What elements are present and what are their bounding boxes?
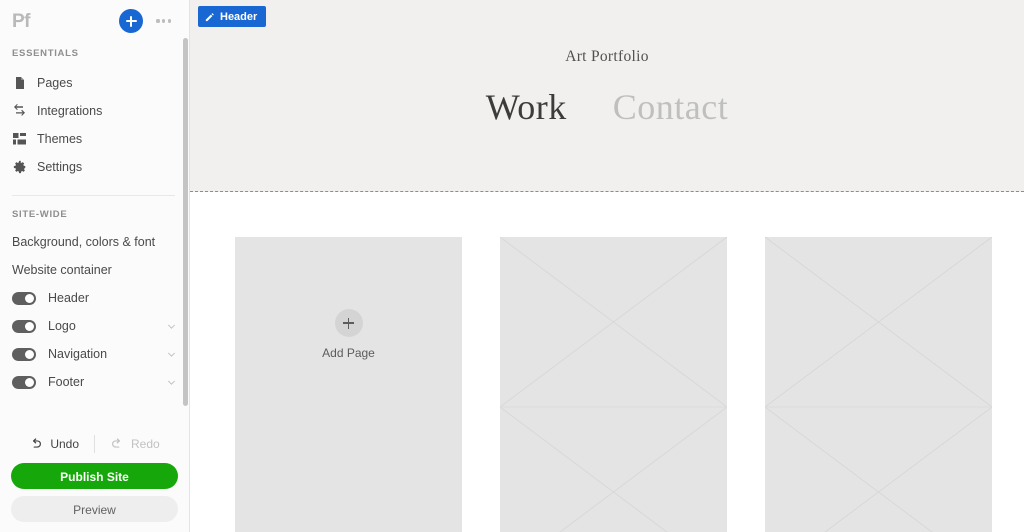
sitewide-list: Background, colors & font Website contai… bbox=[0, 228, 189, 396]
sidebar-scrollbar[interactable] bbox=[183, 38, 188, 406]
sitewide-section-label: SITE-WIDE bbox=[12, 209, 68, 220]
add-page-card[interactable]: Add Page bbox=[235, 237, 462, 532]
integrations-arrows-icon bbox=[12, 104, 27, 119]
page-cards-row: Add Page bbox=[235, 237, 992, 532]
themes-grid-icon bbox=[12, 132, 27, 147]
redo-button[interactable]: Redo bbox=[95, 437, 175, 451]
essentials-section-label: ESSENTIALS bbox=[12, 48, 79, 59]
site-title: Art Portfolio bbox=[565, 48, 649, 65]
sidebar-header: Pf bbox=[0, 0, 189, 42]
sidebar-row-logo[interactable]: Logo bbox=[0, 312, 189, 340]
placeholder-card[interactable] bbox=[765, 237, 992, 532]
sidebar-item-label: Themes bbox=[37, 132, 83, 146]
sidebar-top-actions bbox=[119, 9, 177, 33]
sidebar-item-settings[interactable]: Settings bbox=[0, 153, 189, 181]
editor-sidebar: Pf ESSENTIALS Pages Integrations Themes … bbox=[0, 0, 190, 532]
nav-link-contact[interactable]: Contact bbox=[613, 86, 728, 128]
undo-button[interactable]: Undo bbox=[14, 437, 94, 451]
undo-icon bbox=[33, 438, 42, 448]
sidebar-row-footer[interactable]: Footer bbox=[0, 368, 189, 396]
sidebar-item-themes[interactable]: Themes bbox=[0, 125, 189, 153]
ellipsis-icon[interactable] bbox=[156, 15, 171, 26]
toggle-navigation[interactable] bbox=[12, 347, 36, 361]
sidebar-item-label: Integrations bbox=[37, 104, 103, 118]
placeholder-card[interactable] bbox=[500, 237, 727, 532]
sidebar-item-pages[interactable]: Pages bbox=[0, 69, 189, 97]
undo-redo-group: Undo Redo bbox=[11, 425, 178, 463]
chevron-down-icon[interactable] bbox=[166, 377, 177, 388]
plus-icon[interactable] bbox=[334, 309, 363, 337]
sidebar-row-label: Footer bbox=[48, 375, 85, 389]
sidebar-row-navigation[interactable]: Navigation bbox=[0, 340, 189, 368]
undo-label: Undo bbox=[50, 437, 79, 451]
sidebar-item-label: Pages bbox=[37, 76, 73, 90]
chevron-down-icon[interactable] bbox=[166, 349, 177, 360]
page-icon bbox=[12, 76, 27, 91]
site-navigation: Work Contact bbox=[190, 86, 1024, 128]
redo-label: Redo bbox=[131, 437, 160, 451]
header-badge-label: Header bbox=[220, 10, 258, 23]
site-body-section: Add Page bbox=[190, 192, 1024, 532]
gear-icon bbox=[12, 160, 27, 175]
nav-link-work[interactable]: Work bbox=[486, 86, 567, 128]
chevron-down-icon[interactable] bbox=[166, 321, 177, 332]
toggle-logo[interactable] bbox=[12, 319, 36, 333]
toggle-footer[interactable] bbox=[12, 375, 36, 389]
site-header-section[interactable]: Header Art Portfolio Work Contact bbox=[190, 0, 1024, 192]
sidebar-item-background-colors-font[interactable]: Background, colors & font bbox=[0, 228, 189, 256]
sidebar-item-integrations[interactable]: Integrations bbox=[0, 97, 189, 125]
header-section-badge[interactable]: Header bbox=[198, 6, 267, 27]
add-page-label: Add Page bbox=[322, 346, 375, 360]
publish-site-button[interactable]: Publish Site bbox=[11, 463, 178, 489]
app-root: Pf ESSENTIALS Pages Integrations Themes … bbox=[0, 0, 1024, 532]
placeholder-cross-icon bbox=[500, 237, 727, 532]
brand-logo: Pf bbox=[12, 10, 31, 32]
preview-button[interactable]: Preview bbox=[11, 496, 178, 522]
add-new-button[interactable] bbox=[119, 9, 144, 33]
sidebar-item-label: Settings bbox=[37, 160, 83, 174]
essentials-nav-list: Pages Integrations Themes Settings bbox=[0, 69, 189, 181]
site-canvas: Header Art Portfolio Work Contact Add Pa… bbox=[190, 0, 1024, 532]
sidebar-row-label: Header bbox=[48, 291, 89, 305]
sidebar-row-label: Logo bbox=[48, 319, 76, 333]
redo-icon bbox=[112, 438, 121, 448]
sidebar-row-label: Navigation bbox=[48, 347, 108, 361]
sidebar-item-website-container[interactable]: Website container bbox=[0, 256, 189, 284]
sidebar-footer: Undo Redo Publish Site Preview bbox=[0, 425, 189, 532]
toggle-header[interactable] bbox=[12, 291, 36, 305]
sidebar-row-header[interactable]: Header bbox=[0, 284, 189, 312]
pencil-icon bbox=[205, 12, 214, 21]
placeholder-cross-icon bbox=[765, 237, 992, 532]
sidebar-scroll-area: ESSENTIALS Pages Integrations Themes Set… bbox=[0, 42, 189, 417]
